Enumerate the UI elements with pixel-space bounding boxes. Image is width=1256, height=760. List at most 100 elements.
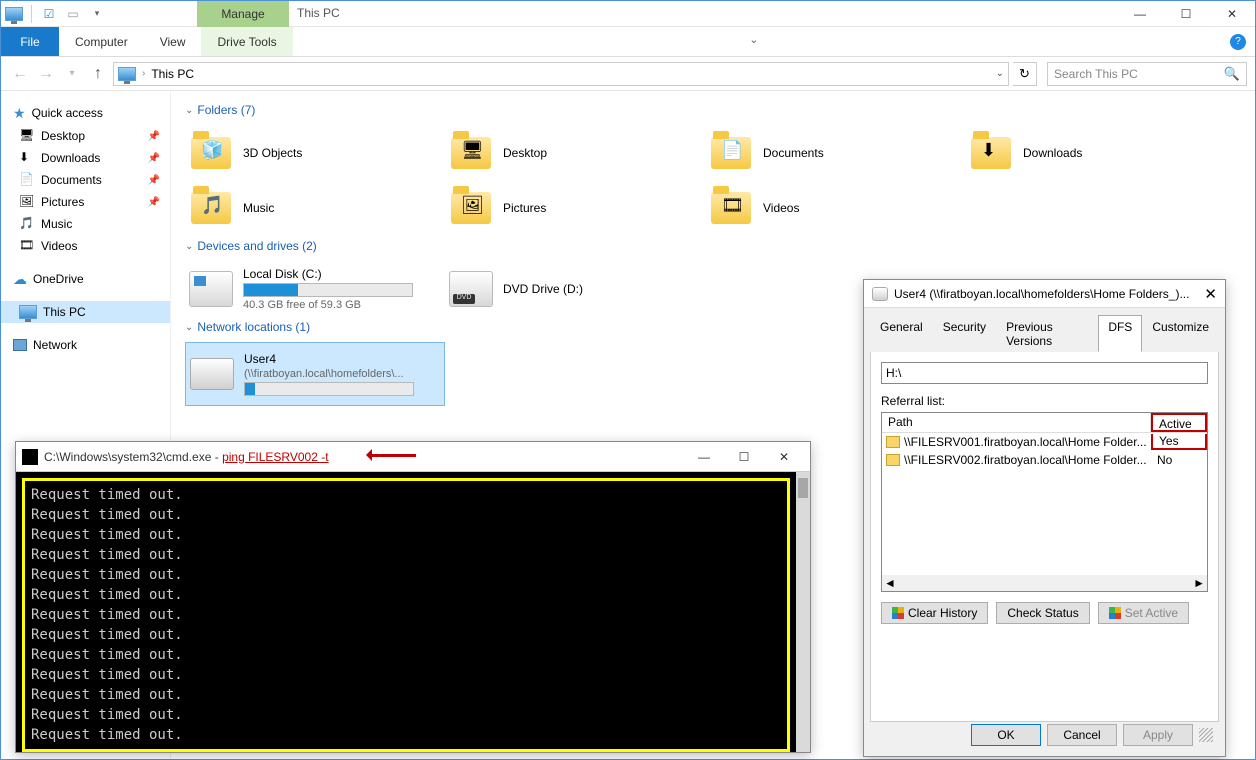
address-text: This PC [151,67,194,81]
folder-icon: 🖥 [451,137,491,169]
cmd-maximize-button[interactable]: ☐ [724,450,764,464]
folder-icon: ⬇ [19,150,35,166]
sidebar-item-label: Videos [41,239,77,253]
netloc-name: User4 [244,352,414,366]
referral-list-header: Path Active [882,413,1207,433]
tab-drive-tools[interactable]: Drive Tools [201,27,292,56]
check-status-button[interactable]: Check Status [996,602,1089,624]
folder-3d objects[interactable]: 🧊 3D Objects [185,125,445,180]
set-active-button: Set Active [1098,602,1189,624]
folder-videos[interactable]: 🎞 Videos [705,180,965,235]
referral-list[interactable]: Path Active \\FILESRV001.firatboyan.loca… [881,412,1208,592]
sidebar-item-pictures[interactable]: 🖼Pictures📌 [1,191,170,213]
chevron-down-icon: ⌄ [185,241,193,252]
folder-icon: 🎞 [19,238,35,254]
folder-label: Documents [763,146,824,160]
folder-desktop[interactable]: 🖥 Desktop [445,125,705,180]
col-active[interactable]: Active [1151,413,1207,432]
up-button[interactable]: ↑ [87,63,109,85]
drive-dvd-d[interactable]: DVD DVD Drive (D:) [445,261,705,316]
address-dropdown-icon[interactable]: ⌄ [996,68,1004,79]
nav-network[interactable]: Network [1,333,170,357]
referral-active: No [1151,453,1207,467]
sidebar-item-videos[interactable]: 🎞 Videos [1,235,170,257]
network-location-user4[interactable]: User4 (\\firatboyan.local\homefolders\..… [185,342,445,406]
qat-dropdown-icon[interactable]: ▾ [88,5,106,23]
resize-grip[interactable] [1199,728,1213,742]
back-button[interactable]: ← [9,63,31,85]
qat-new-folder-icon[interactable]: ▭ [64,5,82,23]
sidebar-item-documents[interactable]: 📄Documents📌 [1,169,170,191]
tab-general[interactable]: General [870,315,933,352]
cmd-icon [22,449,38,465]
folder-pictures[interactable]: 🖼 Pictures [445,180,705,235]
dfs-path-field[interactable]: H:\ [881,362,1208,384]
forward-button[interactable]: → [35,63,57,85]
netdrive-icon [872,287,888,301]
cmd-titlebar[interactable]: C:\Windows\system32\cmd.exe - ping FILES… [16,442,810,472]
search-input[interactable]: Search This PC 🔍 [1047,62,1247,86]
cmd-output-area[interactable]: Request timed out. Request timed out. Re… [16,472,796,752]
pin-icon: 📌 [148,153,160,164]
qat-properties-icon[interactable]: ☑ [40,5,58,23]
folder-documents[interactable]: 📄 Documents [705,125,965,180]
cloud-icon: ☁ [13,271,27,288]
sidebar-item-label: Desktop [41,129,85,143]
breadcrumb-chevron-icon[interactable]: › [142,68,145,79]
sidebar-item-music[interactable]: 🎵Music [1,213,170,235]
nav-quick-access[interactable]: ★Quick access [1,101,170,125]
sidebar-item-downloads[interactable]: ⬇Downloads📌 [1,147,170,169]
folder-label: Music [243,201,274,215]
tab-customize[interactable]: Customize [1142,315,1219,352]
help-button[interactable]: ? [1221,27,1255,56]
folder-icon: 🎵 [19,216,35,232]
folder-icon: 🖼 [451,192,491,224]
ribbon-context-tab[interactable]: Manage [197,1,289,27]
folder-icon: 🖥 [19,128,35,144]
section-folders[interactable]: ⌄Folders (7) [185,103,1241,117]
cmd-scrollbar[interactable] [796,472,810,752]
close-button[interactable]: ✕ [1209,1,1255,27]
tab-file[interactable]: File [1,27,59,56]
cmd-minimize-button[interactable]: — [684,450,724,464]
nav-onedrive[interactable]: ☁OneDrive [1,267,170,291]
folder-downloads[interactable]: ⬇ Downloads [965,125,1225,180]
col-path[interactable]: Path [882,413,1151,432]
referral-scrollbar[interactable]: ◄► [882,575,1207,591]
cmd-close-button[interactable]: ✕ [764,450,804,464]
folder-icon: 🖼 [19,194,35,210]
referral-row[interactable]: \\FILESRV001.firatboyan.local\Home Folde… [882,433,1207,451]
dvd-icon: DVD [449,271,493,307]
folder-icon: 📄 [711,137,751,169]
ribbon-expand-icon[interactable]: ⌄ [745,27,762,56]
folder-icon: 🎵 [191,192,231,224]
dialog-titlebar[interactable]: User4 (\\firatboyan.local\homefolders\Ho… [864,280,1225,308]
window-title: This PC [297,6,340,20]
refresh-button[interactable]: ↻ [1013,62,1037,86]
nav-this-pc[interactable]: This PC [1,301,170,323]
address-field[interactable]: › This PC ⌄ [113,62,1009,86]
minimize-button[interactable]: — [1117,1,1163,27]
dialog-close-button[interactable]: ✕ [1204,285,1217,303]
network-icon [13,339,27,351]
folder-icon: ⬇ [971,137,1011,169]
recent-dropdown-icon[interactable]: ▾ [61,63,83,85]
folder-label: Videos [763,201,799,215]
tab-security[interactable]: Security [933,315,996,352]
drive-local-c[interactable]: Local Disk (C:) 40.3 GB free of 59.3 GB [185,261,445,316]
clear-history-button[interactable]: Clear History [881,602,988,624]
section-drives[interactable]: ⌄Devices and drives (2) [185,239,1241,253]
referral-row[interactable]: \\FILESRV002.firatboyan.local\Home Folde… [882,451,1207,469]
dialog-footer: OK Cancel Apply [971,724,1213,746]
folder-music[interactable]: 🎵 Music [185,180,445,235]
sidebar-item-desktop[interactable]: 🖥Desktop📌 [1,125,170,147]
tab-computer[interactable]: Computer [59,27,144,56]
apply-button: Apply [1123,724,1193,746]
cancel-button[interactable]: Cancel [1047,724,1117,746]
maximize-button[interactable]: ☐ [1163,1,1209,27]
tab-dfs[interactable]: DFS [1098,315,1142,352]
quick-access-toolbar: ☑ ▭ ▾ [1,1,106,27]
ok-button[interactable]: OK [971,724,1041,746]
tab-previous versions[interactable]: Previous Versions [996,315,1098,352]
tab-view[interactable]: View [144,27,202,56]
